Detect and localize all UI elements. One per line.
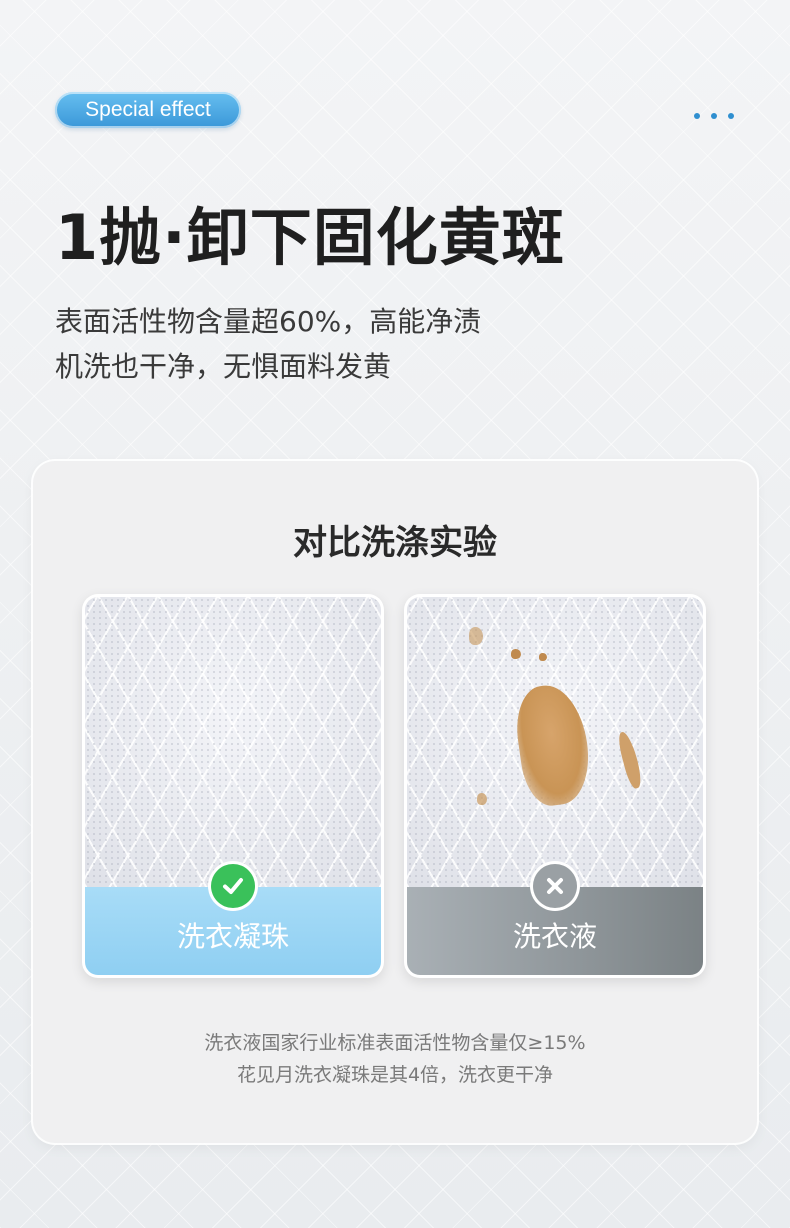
check-icon	[211, 864, 255, 908]
stain-spot	[511, 649, 521, 659]
footnote-line-2: 花见月洗衣凝珠是其4倍，洗衣更干净	[236, 1064, 554, 1086]
cross-icon	[533, 864, 577, 908]
stained-fabric-image	[407, 597, 703, 887]
stain-spot	[539, 653, 547, 661]
more-dots-icon[interactable]	[694, 113, 734, 119]
comparison-title: 对比洗涤实验	[293, 523, 497, 563]
stain-spot	[477, 793, 487, 805]
stain-main	[510, 680, 596, 810]
description-line-1: 表面活性物含量超60%，高能净渍	[55, 305, 482, 338]
special-effect-badge: Special effect	[55, 92, 241, 128]
stain-drip	[615, 730, 645, 790]
dot	[694, 113, 700, 119]
card-liquid-detergent: 洗衣液	[404, 594, 706, 978]
card-laundry-pod: 洗衣凝珠	[82, 594, 384, 978]
stain-spot	[469, 627, 483, 645]
clean-fabric-image	[85, 597, 381, 887]
dot	[728, 113, 734, 119]
description: 表面活性物含量超60%，高能净渍 机洗也干净，无惧面料发黄	[55, 299, 481, 389]
description-line-2: 机洗也干净，无惧面料发黄	[55, 350, 392, 383]
dot	[711, 113, 717, 119]
footnote: 洗衣液国家行业标准表面活性物含量仅≥15% 花见月洗衣凝珠是其4倍，洗衣更干净	[0, 1027, 790, 1091]
headline: 1抛·卸下固化黄斑	[55, 201, 565, 274]
footnote-line-1: 洗衣液国家行业标准表面活性物含量仅≥15%	[204, 1032, 586, 1054]
